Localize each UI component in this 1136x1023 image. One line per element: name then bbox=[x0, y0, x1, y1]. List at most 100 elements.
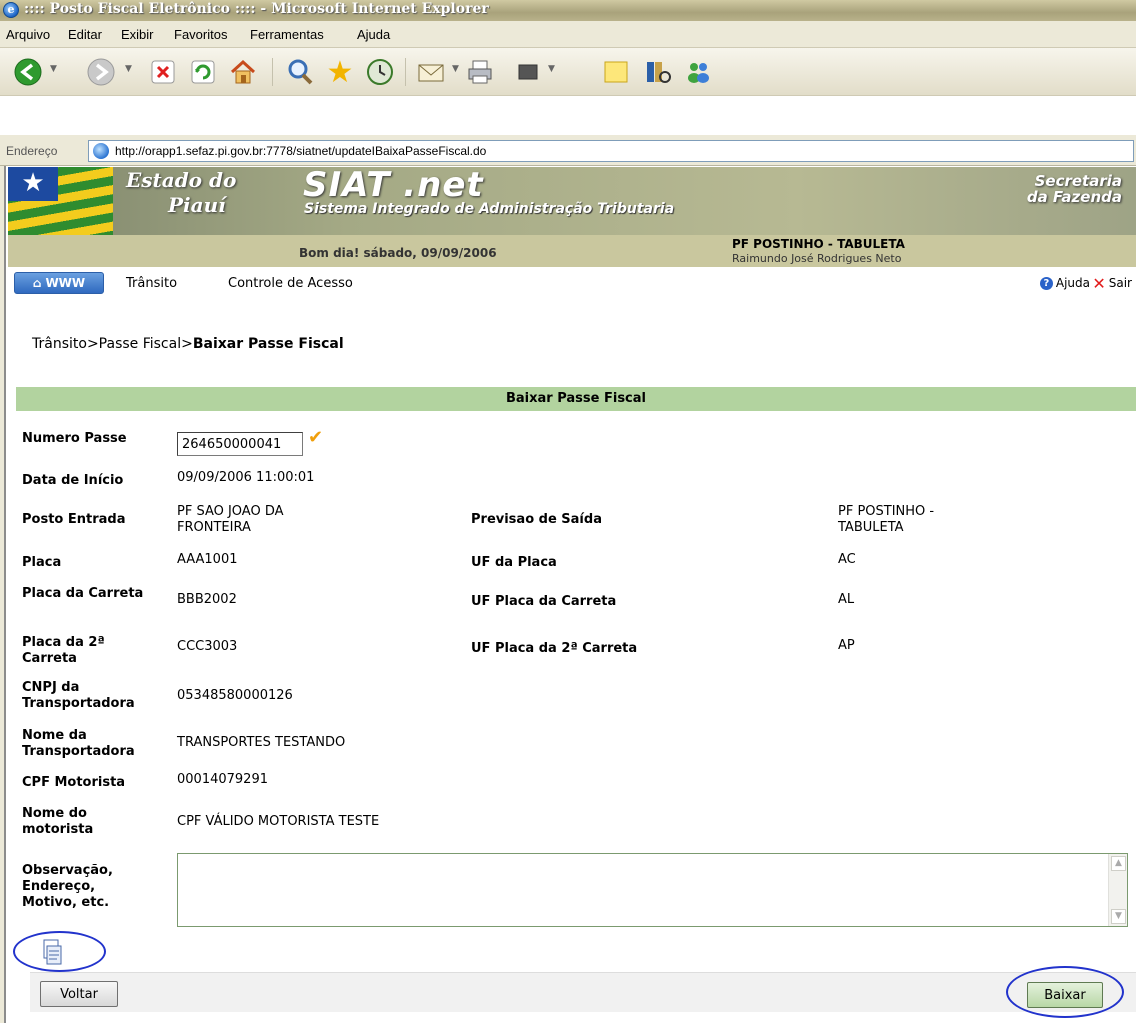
voltar-button[interactable]: Voltar bbox=[40, 981, 118, 1007]
menu-transito[interactable]: Trânsito bbox=[126, 276, 177, 291]
uf-placa-2-carreta-label: UF Placa da 2ª Carreta bbox=[471, 641, 638, 656]
nome-transportadora-value: TRANSPORTES TESTANDO bbox=[177, 735, 346, 750]
form-button-bar bbox=[30, 972, 1136, 1012]
address-url[interactable]: http://orapp1.sefaz.pi.gov.br:7778/siatn… bbox=[115, 144, 486, 158]
edit-dropdown-icon[interactable]: ▼ bbox=[548, 64, 555, 74]
back-icon[interactable] bbox=[10, 54, 46, 90]
discuss-icon[interactable] bbox=[598, 54, 634, 90]
secretaria-line1: Secretaria bbox=[1034, 172, 1122, 190]
mail-icon[interactable] bbox=[414, 54, 450, 90]
refresh-icon[interactable] bbox=[185, 54, 221, 90]
home-icon: ⌂ bbox=[32, 276, 42, 290]
observacao-label: Observação, Endereço, Motivo, etc. bbox=[22, 863, 113, 910]
breadcrumb: Trânsito>Passe Fiscal>Baixar Passe Fisca… bbox=[32, 336, 344, 352]
placa-carreta-label: Placa da Carreta bbox=[22, 586, 144, 601]
app-menu: ⌂ WWW Trânsito Controle de Acesso ? Ajud… bbox=[8, 267, 1136, 301]
stop-icon[interactable] bbox=[145, 54, 181, 90]
data-inicio-value: 09/09/2006 11:00:01 bbox=[177, 470, 315, 485]
cpf-motorista-value: 00014079291 bbox=[177, 772, 268, 787]
posto-entrada-value: PF SAO JOAO DA FRONTEIRA bbox=[177, 504, 284, 535]
browser-toolbar: ▼ ▼ ★ ▼ ▼ bbox=[0, 48, 1136, 96]
www-label: WWW bbox=[45, 276, 86, 290]
previsao-saida-label: Previsao de Saída bbox=[471, 512, 602, 527]
current-posto: PF POSTINHO - TABULETA bbox=[732, 237, 905, 251]
ie-logo-icon: e bbox=[3, 2, 19, 18]
uf-placa-label: UF da Placa bbox=[471, 555, 557, 570]
forward-icon[interactable] bbox=[83, 54, 119, 90]
favorites-icon[interactable]: ★ bbox=[322, 54, 358, 90]
numero-passe-input[interactable] bbox=[177, 432, 303, 456]
home-icon[interactable] bbox=[225, 54, 261, 90]
previsao-saida-value: PF POSTINHO - TABULETA bbox=[838, 504, 935, 535]
back-dropdown-icon[interactable]: ▼ bbox=[50, 64, 57, 74]
page-icon bbox=[93, 143, 109, 159]
observacao-textarea[interactable] bbox=[177, 853, 1128, 927]
data-inicio-label: Data de Início bbox=[22, 473, 124, 488]
placa-label: Placa bbox=[22, 555, 62, 570]
help-link[interactable]: ? Ajuda bbox=[1039, 276, 1090, 290]
app-subtitle: Sistema Integrado de Administração Tribu… bbox=[304, 201, 675, 217]
placa-carreta-value: BBB2002 bbox=[177, 592, 237, 607]
secretaria-line2: da Fazenda bbox=[1026, 188, 1122, 206]
scroll-down-icon[interactable]: ▼ bbox=[1111, 909, 1126, 924]
www-button[interactable]: ⌂ WWW bbox=[14, 272, 104, 294]
form-title: Baixar Passe Fiscal bbox=[16, 387, 1136, 411]
scroll-up-icon[interactable]: ▲ bbox=[1111, 856, 1126, 871]
nome-transportadora-label: Nome da Transportadora bbox=[22, 728, 135, 759]
print-icon[interactable] bbox=[462, 54, 498, 90]
search-icon[interactable] bbox=[282, 54, 318, 90]
logout-link[interactable]: ✕ Sair bbox=[1092, 273, 1132, 293]
window-title: :::: Posto Fiscal Eletrônico :::: - Micr… bbox=[24, 1, 489, 17]
nome-motorista-label: Nome do motorista bbox=[22, 806, 94, 837]
menu-controle-acesso[interactable]: Controle de Acesso bbox=[228, 276, 353, 291]
placa-2-carreta-label: Placa da 2ª Carreta bbox=[22, 635, 105, 666]
breadcrumb-current: Baixar Passe Fiscal bbox=[192, 336, 344, 352]
mail-dropdown-icon[interactable]: ▼ bbox=[452, 64, 459, 74]
posto-entrada-label: Posto Entrada bbox=[22, 512, 126, 527]
breadcrumb-path[interactable]: Trânsito>Passe Fiscal> bbox=[32, 336, 193, 352]
current-user: Raimundo José Rodrigues Neto bbox=[732, 252, 902, 265]
edit-icon[interactable] bbox=[510, 54, 546, 90]
estado-line1: Estado do bbox=[126, 168, 237, 192]
greeting-date: Bom dia! sábado, 09/09/2006 bbox=[299, 246, 497, 260]
close-icon: ✕ bbox=[1092, 273, 1106, 293]
uf-placa-2-carreta-value: AP bbox=[838, 638, 855, 653]
help-label: Ajuda bbox=[1055, 276, 1090, 290]
numero-passe-label: Numero Passe bbox=[22, 431, 127, 446]
placa-2-carreta-value: CCC3003 bbox=[177, 639, 238, 654]
piaui-flag: ★ bbox=[8, 167, 113, 235]
window-left-border bbox=[0, 166, 6, 1023]
confirm-check-icon[interactable]: ✔ bbox=[308, 427, 323, 448]
document-icon[interactable] bbox=[40, 938, 62, 968]
history-icon[interactable] bbox=[362, 54, 398, 90]
forward-dropdown-icon[interactable]: ▼ bbox=[125, 64, 132, 74]
app-banner: ★ Estado do Piauí SIAT .net Sistema Inte… bbox=[8, 165, 1136, 267]
placa-value: AAA1001 bbox=[177, 552, 238, 567]
observacao-scrollbar[interactable]: ▲ ▼ bbox=[1108, 854, 1127, 926]
address-input[interactable]: http://orapp1.sefaz.pi.gov.br:7778/siatn… bbox=[88, 140, 1134, 162]
secretaria-logo: Secretaria da Fazenda bbox=[1027, 173, 1122, 205]
address-label: Endereço bbox=[6, 144, 58, 158]
help-icon: ? bbox=[1039, 276, 1053, 290]
menu-editar[interactable]: Editar bbox=[68, 27, 102, 42]
cpf-motorista-label: CPF Motorista bbox=[22, 775, 126, 790]
research-icon[interactable] bbox=[640, 54, 676, 90]
nome-motorista-value: CPF VÁLIDO MOTORISTA TESTE bbox=[177, 814, 380, 829]
menu-arquivo[interactable]: Arquivo bbox=[6, 27, 50, 42]
menu-exibir[interactable]: Exibir bbox=[121, 27, 154, 42]
uf-placa-carreta-value: AL bbox=[838, 592, 855, 607]
estado-line2: Piauí bbox=[168, 193, 226, 217]
messenger-icon[interactable] bbox=[680, 54, 716, 90]
menu-ferramentas[interactable]: Ferramentas bbox=[250, 27, 324, 42]
cnpj-label: CNPJ da Transportadora bbox=[22, 680, 135, 711]
cnpj-value: 05348580000126 bbox=[177, 688, 293, 703]
flag-star-icon: ★ bbox=[8, 167, 58, 201]
browser-menubar: Arquivo Editar Exibir Favoritos Ferramen… bbox=[0, 21, 1136, 48]
baixar-button[interactable]: Baixar bbox=[1027, 982, 1103, 1008]
uf-placa-carreta-label: UF Placa da Carreta bbox=[471, 594, 617, 609]
uf-placa-value: AC bbox=[838, 552, 856, 567]
window-titlebar: e :::: Posto Fiscal Eletrônico :::: - Mi… bbox=[0, 0, 1136, 21]
menu-ajuda[interactable]: Ajuda bbox=[357, 27, 390, 42]
address-bar: Endereço http://orapp1.sefaz.pi.gov.br:7… bbox=[0, 135, 1136, 166]
menu-favoritos[interactable]: Favoritos bbox=[174, 27, 227, 42]
